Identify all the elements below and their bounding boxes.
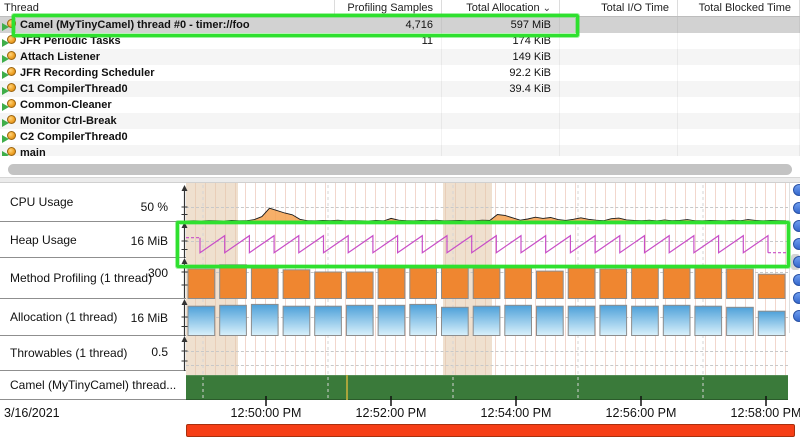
total-io-value [560, 17, 678, 33]
timeline-row-toggle-button[interactable] [793, 202, 800, 214]
event-marker [346, 375, 348, 400]
total-allocation-value: 174 KiB [442, 33, 560, 49]
thread-running-icon [2, 35, 17, 47]
axis-time-label: 12:54:00 PM [481, 406, 552, 420]
highlight-stripe [443, 183, 492, 400]
column-header-total-blocked-time[interactable]: Total Blocked Time [678, 0, 800, 16]
thread-name: Attach Listener [20, 51, 100, 63]
total-allocation-value: 39.4 KiB [442, 81, 560, 97]
thread-running-icon [2, 67, 17, 79]
timeline-row-toggle-button[interactable] [793, 292, 800, 304]
table-row[interactable]: C2 CompilerThread0 [0, 129, 800, 145]
timeline-panel: CPU Usage 50 % Heap Usage 16 MiB Method … [0, 183, 800, 446]
axis-time-label: 12:58:00 PM [731, 406, 800, 420]
timeline-row-toggle-button[interactable] [793, 184, 800, 196]
axis-date-label: 3/16/2021 [4, 406, 60, 420]
table-header: Thread Profiling Samples Total Allocatio… [0, 0, 800, 17]
thread-name: C1 CompilerThread0 [20, 83, 128, 95]
timeline-row-toggle-button[interactable] [793, 310, 800, 322]
table-row[interactable]: main [0, 145, 800, 156]
sort-desc-icon: ⌄ [543, 3, 551, 14]
timeline-row-toggle-button[interactable] [793, 274, 800, 286]
thread-running-icon [2, 115, 17, 127]
thread-running-icon [2, 131, 17, 143]
scale-value: 16 MiB [131, 311, 168, 325]
total-allocation-value: 149 KiB [442, 49, 560, 65]
table-row[interactable]: Common-Cleaner [0, 97, 800, 113]
scale-value: 300 [148, 266, 168, 280]
thread-name: Camel (MyTinyCamel) thread #0 - timer://… [20, 19, 250, 31]
total-blocked-value [678, 17, 800, 33]
axis-time-label: 12:52:00 PM [356, 406, 427, 420]
thread-running-icon [2, 83, 17, 95]
timeline-row-toggle-button[interactable] [793, 238, 800, 250]
timeline-row-label-throwables[interactable]: Throwables (1 thread) 0.5 [0, 336, 186, 371]
profiler-window: Thread Profiling Samples Total Allocatio… [0, 0, 800, 446]
table-row[interactable]: Attach Listener 149 KiB [0, 49, 800, 65]
scale-value: 0.5 [151, 345, 168, 359]
scale-value: 50 % [141, 200, 168, 214]
column-header-total-io-time[interactable]: Total I/O Time [560, 0, 678, 16]
total-allocation-value: 597 MiB [442, 17, 560, 33]
scale-value: 16 MiB [131, 234, 168, 248]
thread-activity-bar[interactable] [186, 375, 788, 400]
timeline-horizontal-scrollbar[interactable] [186, 424, 795, 437]
column-header-profiling-samples[interactable]: Profiling Samples [335, 0, 442, 16]
timeline-row-toggle-button[interactable] [793, 220, 800, 232]
timeline-row-toggle-button[interactable] [793, 256, 800, 268]
column-header-total-allocation[interactable]: Total Allocation⌄ [442, 0, 560, 16]
timeline-row-label-camel-thread[interactable]: Camel (MyTinyCamel) thread... [0, 371, 186, 400]
timeline-row-label-heap[interactable]: Heap Usage 16 MiB [0, 222, 186, 258]
thread-name: Monitor Ctrl-Break [20, 115, 117, 127]
axis-time-label: 12:56:00 PM [606, 406, 677, 420]
table-row[interactable]: JFR Periodic Tasks 11 174 KiB [0, 33, 800, 49]
thread-running-icon [2, 147, 17, 156]
profiling-samples-value: 4,716 [335, 17, 442, 33]
thread-running-icon [2, 19, 17, 31]
axis-time-label: 12:50:00 PM [231, 406, 302, 420]
table-row[interactable]: JFR Recording Scheduler 92.2 KiB [0, 65, 800, 81]
table-row[interactable]: Monitor Ctrl-Break [0, 113, 800, 129]
timeline-row-label-allocation[interactable]: Allocation (1 thread) 16 MiB [0, 299, 186, 336]
total-allocation-value: 92.2 KiB [442, 65, 560, 81]
column-header-thread[interactable]: Thread [0, 0, 335, 16]
thread-name: main [20, 147, 46, 156]
thread-running-icon [2, 99, 17, 111]
timeline-row-label-cpu[interactable]: CPU Usage 50 % [0, 183, 186, 222]
timeline-row-label-method-profiling[interactable]: Method Profiling (1 thread) 300 [0, 258, 186, 299]
profiling-samples-value: 11 [335, 33, 442, 49]
table-row[interactable]: C1 CompilerThread0 39.4 KiB [0, 81, 800, 97]
thread-name: Common-Cleaner [20, 99, 112, 111]
thread-name: C2 CompilerThread0 [20, 131, 128, 143]
thread-name: JFR Recording Scheduler [20, 67, 154, 79]
highlight-stripe [186, 183, 238, 400]
table-horizontal-scrollbar[interactable] [8, 164, 792, 175]
thread-name: JFR Periodic Tasks [20, 35, 121, 47]
timeline-row-toolbar [789, 183, 800, 333]
thread-running-icon [2, 51, 17, 63]
table-row[interactable]: Camel (MyTinyCamel) thread #0 - timer://… [0, 17, 800, 33]
threads-table: Thread Profiling Samples Total Allocatio… [0, 0, 800, 156]
